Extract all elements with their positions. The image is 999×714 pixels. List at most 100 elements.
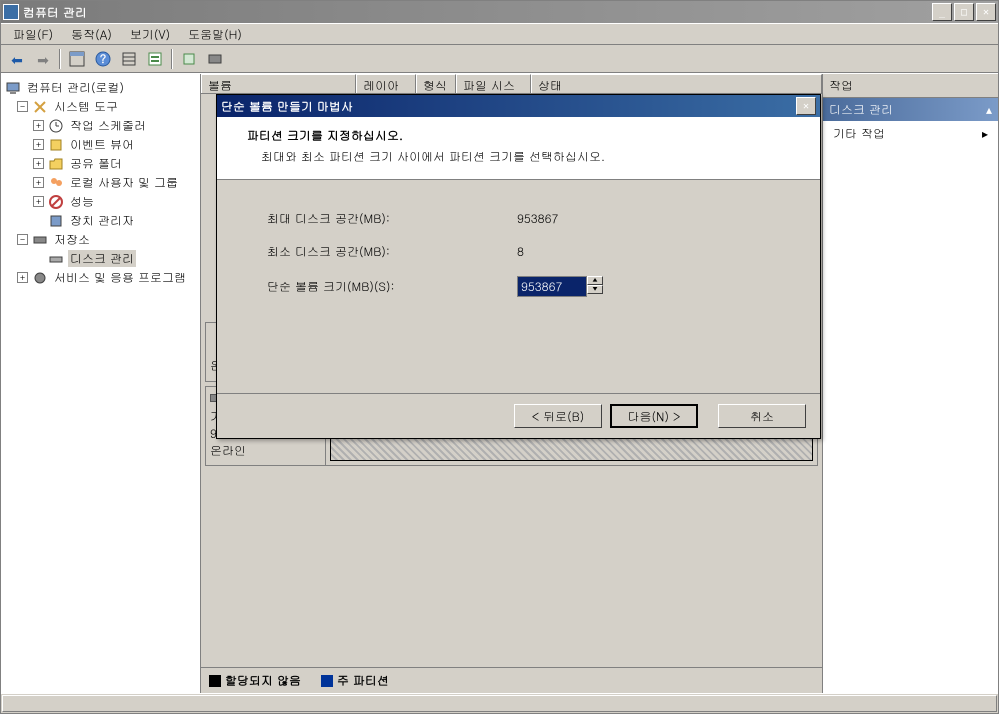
svg-text:?: ? — [100, 51, 107, 67]
wizard-header-title: 파티션 크기를 지정하십시오. — [247, 127, 800, 144]
event-icon — [48, 137, 64, 153]
wizard-header: 파티션 크기를 지정하십시오. 최대와 최소 파티션 크기 사이에서 파티션 크… — [217, 117, 820, 180]
device-icon — [48, 213, 64, 229]
tree-local-users[interactable]: + 로컬 사용자 및 그룹 — [5, 173, 196, 192]
statusbar-cell — [2, 695, 997, 712]
window-title: 컴퓨터 관리 — [23, 4, 932, 21]
wizard-next-button[interactable]: 다음(N) > — [610, 404, 698, 428]
tree-label: 로컬 사용자 및 그룹 — [68, 174, 180, 191]
expand-icon[interactable]: + — [33, 120, 44, 131]
tree-shared-folders[interactable]: + 공유 폴더 — [5, 154, 196, 173]
tree-label: 작업 스케줄러 — [68, 117, 148, 134]
tree-system-tools[interactable]: - 시스템 도구 — [5, 97, 196, 116]
chevron-right-icon: ▸ — [982, 125, 988, 142]
wizard-close-button[interactable]: ✕ — [796, 97, 816, 115]
app-icon — [3, 4, 19, 20]
wizard-header-subtitle: 최대와 최소 파티션 크기 사이에서 파티션 크기를 선택하십시오. — [247, 148, 800, 165]
wizard-dialog: 단순 볼륨 만들기 마법사 ✕ 파티션 크기를 지정하십시오. 최대와 최소 파… — [216, 94, 821, 439]
volume-list-header: 볼륨 레이아웃 형식 파일 시스템 상태 — [201, 74, 822, 94]
maximize-button[interactable]: □ — [954, 3, 974, 21]
users-icon — [48, 175, 64, 191]
menubar: 파일(F) 동작(A) 보기(V) 도움말(H) — [1, 23, 998, 45]
close-button[interactable]: ✕ — [976, 3, 996, 21]
tree-device-manager[interactable]: 장치 관리자 — [5, 211, 196, 230]
volume-size-spinner: ▲ ▼ — [517, 276, 770, 297]
wizard-back-button[interactable]: < 뒤로(B) — [514, 404, 602, 428]
services-icon — [32, 270, 48, 286]
expand-icon[interactable]: + — [33, 158, 44, 169]
collapse-icon[interactable]: - — [17, 101, 28, 112]
menu-action[interactable]: 동작(A) — [63, 24, 120, 45]
tree-label: 이벤트 뷰어 — [68, 136, 136, 153]
main-content: 컴퓨터 관리(로컬) - 시스템 도구 + 작업 스케줄러 + 이벤트 뷰어 +… — [1, 73, 998, 693]
col-status[interactable]: 상태 — [531, 74, 822, 93]
actions-title-text: 디스크 관리 — [829, 101, 893, 118]
tree-event-viewer[interactable]: + 이벤트 뷰어 — [5, 135, 196, 154]
expand-icon[interactable]: + — [33, 196, 44, 207]
menu-file[interactable]: 파일(F) — [5, 24, 61, 45]
col-filesystem[interactable]: 파일 시스템 — [456, 74, 531, 93]
tools-icon — [32, 99, 48, 115]
tree-label: 컴퓨터 관리(로컬) — [25, 79, 126, 96]
disk2-status: 온라인 — [210, 442, 246, 459]
tree-label: 성능 — [68, 193, 96, 210]
help-icon: ? — [95, 51, 111, 67]
spin-down-button[interactable]: ▼ — [587, 285, 603, 294]
toolbar-btn-5[interactable] — [177, 48, 201, 70]
col-layout[interactable]: 레이아웃 — [356, 74, 416, 93]
wizard-body: 최대 디스크 공간(MB): 953867 최소 디스크 공간(MB): 8 단… — [217, 180, 820, 393]
tree-root[interactable]: 컴퓨터 관리(로컬) — [5, 78, 196, 97]
tree-performance[interactable]: + 성능 — [5, 192, 196, 211]
main-window: 컴퓨터 관리 _ □ ✕ 파일(F) 동작(A) 보기(V) 도움말(H) ⬅ … — [0, 0, 999, 714]
volume-size-label: 단순 볼륨 크기(MB)(S): — [267, 278, 517, 295]
minimize-button[interactable]: _ — [932, 3, 952, 21]
tree-storage[interactable]: - 저장소 — [5, 230, 196, 249]
list-icon — [121, 51, 137, 67]
titlebar: 컴퓨터 관리 _ □ ✕ — [1, 1, 998, 23]
expand-icon[interactable]: + — [33, 139, 44, 150]
tree-task-scheduler[interactable]: + 작업 스케줄러 — [5, 116, 196, 135]
max-space-label: 최대 디스크 공간(MB): — [267, 210, 517, 227]
toolbar-btn-4[interactable] — [143, 48, 167, 70]
wizard-titlebar[interactable]: 단순 볼륨 만들기 마법사 ✕ — [217, 95, 820, 117]
actions-panel: 작업 디스크 관리 ▴ 기타 작업 ▸ — [823, 74, 998, 693]
wizard-title-text: 단순 볼륨 만들기 마법사 — [221, 98, 796, 115]
panel-icon — [69, 51, 85, 67]
tree-label: 시스템 도구 — [52, 98, 120, 115]
col-volume[interactable]: 볼륨 — [201, 74, 356, 93]
wizard-cancel-button[interactable]: 취소 — [718, 404, 806, 428]
arrow-left-icon: ⬅ — [11, 49, 23, 69]
expand-icon[interactable]: + — [17, 272, 28, 283]
actions-more[interactable]: 기타 작업 ▸ — [823, 121, 998, 146]
props-icon — [147, 51, 163, 67]
refresh-icon — [181, 51, 197, 67]
max-space-value: 953867 — [517, 210, 770, 227]
statusbar — [1, 693, 998, 713]
computer-icon — [5, 80, 21, 96]
legend-primary: 주 파티션 — [337, 672, 389, 689]
toolbar-btn-1[interactable] — [65, 48, 89, 70]
toolbar-btn-6[interactable] — [203, 48, 227, 70]
expand-icon[interactable]: + — [33, 177, 44, 188]
menu-view[interactable]: 보기(V) — [122, 24, 178, 45]
toolbar-btn-2[interactable]: ? — [91, 48, 115, 70]
clock-icon — [48, 118, 64, 134]
legend-swatch-primary — [321, 675, 333, 687]
actions-title[interactable]: 디스크 관리 ▴ — [823, 98, 998, 121]
tree-services[interactable]: + 서비스 및 응용 프로그램 — [5, 268, 196, 287]
forward-button[interactable]: ➡ — [31, 48, 55, 70]
performance-icon — [48, 194, 64, 210]
toolbar-btn-3[interactable] — [117, 48, 141, 70]
legend-swatch-unallocated — [209, 675, 221, 687]
center-panel: 볼륨 레이아웃 형식 파일 시스템 상태 단순 볼륨 만들기 마법사 ✕ 파티션… — [201, 74, 823, 693]
legend-unallocated: 할당되지 않음 — [225, 672, 301, 689]
storage-icon — [32, 232, 48, 248]
toolbar-separator — [59, 49, 61, 69]
back-button[interactable]: ⬅ — [5, 48, 29, 70]
col-type[interactable]: 형식 — [416, 74, 456, 93]
volume-size-input[interactable] — [517, 276, 587, 297]
tree-label: 디스크 관리 — [68, 250, 136, 267]
collapse-icon[interactable]: - — [17, 234, 28, 245]
tree-disk-management[interactable]: 디스크 관리 — [5, 249, 196, 268]
menu-help[interactable]: 도움말(H) — [180, 24, 250, 45]
